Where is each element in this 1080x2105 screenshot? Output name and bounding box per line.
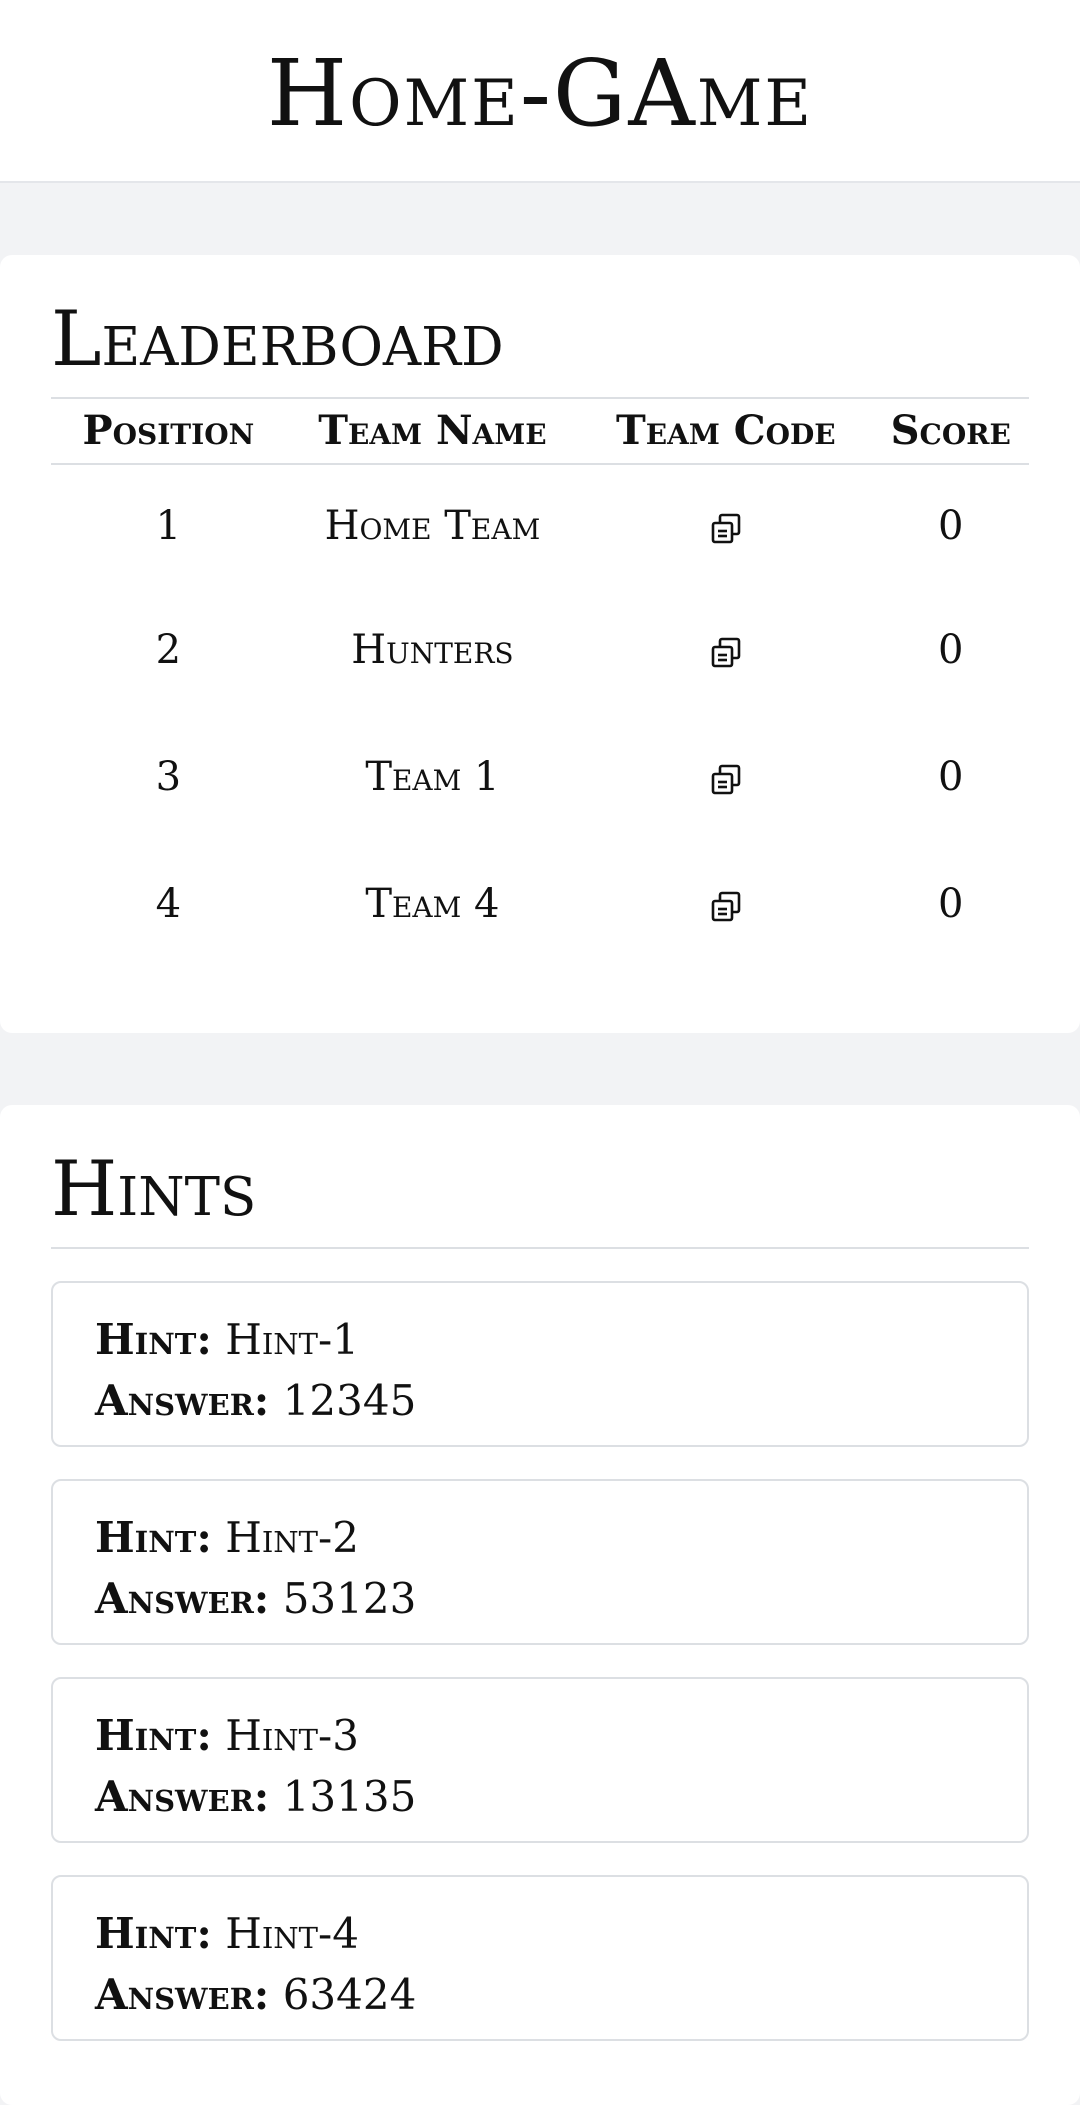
team-code-cell: [579, 841, 872, 968]
answer-value: 53123: [282, 1573, 417, 1623]
team-name-cell: Hunters: [351, 627, 514, 674]
copy-icon[interactable]: [709, 890, 743, 924]
hint-value: Hint-4: [225, 1908, 359, 1958]
hint-value: Hint-2: [225, 1512, 359, 1562]
score-cell: 0: [938, 502, 964, 549]
score-cell: 0: [938, 627, 964, 674]
hint-label: Hint:: [95, 1314, 212, 1364]
leaderboard-title: Leaderboard: [51, 297, 1029, 399]
hint-value: Hint-1: [225, 1314, 359, 1364]
app-title: Home-GAme: [266, 39, 814, 147]
copy-icon[interactable]: [709, 636, 743, 670]
hint-line: Hint: Hint-2: [95, 1507, 985, 1568]
hints-card: Hints Hint: Hint-1 Answer: 12345 Hint: H…: [0, 1105, 1080, 2105]
answer-label: Answer:: [95, 1375, 270, 1425]
hint-line: Hint: Hint-1: [95, 1309, 985, 1370]
hint-item: Hint: Hint-2 Answer: 53123: [51, 1478, 1029, 1645]
hint-line: Hint: Hint-4: [95, 1903, 985, 1964]
answer-label: Answer:: [95, 1573, 270, 1623]
table-row: 3 Team 1 0: [51, 714, 1029, 841]
position-cell: 3: [155, 754, 182, 801]
hints-list: Hint: Hint-1 Answer: 12345 Hint: Hint-2 …: [51, 1280, 1029, 2041]
answer-value: 13135: [282, 1771, 417, 1821]
column-header-score[interactable]: Score: [872, 398, 1029, 465]
answer-line: Answer: 63424: [95, 1964, 985, 2025]
team-name-cell: Home Team: [324, 502, 541, 549]
column-header-position[interactable]: Position: [51, 398, 286, 465]
leaderboard-header-row: Position Team Name Team Code Score: [51, 398, 1029, 465]
position-cell: 4: [155, 881, 182, 928]
hint-label: Hint:: [95, 1908, 212, 1958]
team-code-cell: [579, 464, 872, 587]
team-name-cell: Team 1: [365, 754, 500, 801]
leaderboard-table: Position Team Name Team Code Score 1 Hom…: [51, 398, 1029, 968]
answer-label: Answer:: [95, 1771, 270, 1821]
hint-line: Hint: Hint-3: [95, 1705, 985, 1766]
team-code-cell: [579, 714, 872, 841]
app-header: Home-GAme: [0, 0, 1080, 183]
leaderboard-card: Leaderboard Position Team Name Team Code…: [0, 255, 1080, 1033]
team-name-cell: Team 4: [365, 881, 500, 928]
position-cell: 2: [155, 627, 182, 674]
answer-line: Answer: 13135: [95, 1766, 985, 1827]
table-row: 1 Home Team 0: [51, 464, 1029, 587]
score-cell: 0: [938, 754, 964, 801]
hint-item: Hint: Hint-3 Answer: 13135: [51, 1676, 1029, 1843]
column-header-team-code[interactable]: Team Code: [579, 398, 873, 465]
hint-label: Hint:: [95, 1710, 212, 1760]
position-cell: 1: [155, 502, 182, 549]
answer-line: Answer: 12345: [95, 1370, 985, 1431]
hints-title: Hints: [51, 1147, 1029, 1249]
answer-value: 63424: [282, 1969, 417, 2019]
hint-label: Hint:: [95, 1512, 212, 1562]
answer-value: 12345: [282, 1375, 417, 1425]
team-code-cell: [579, 587, 872, 714]
copy-icon[interactable]: [709, 512, 743, 546]
answer-label: Answer:: [95, 1969, 270, 2019]
score-cell: 0: [938, 881, 964, 928]
answer-line: Answer: 53123: [95, 1568, 985, 1629]
copy-icon[interactable]: [709, 763, 743, 797]
column-header-team-name[interactable]: Team Name: [285, 398, 580, 465]
table-row: 2 Hunters 0: [51, 587, 1029, 714]
table-row: 4 Team 4 0: [51, 841, 1029, 968]
hint-item: Hint: Hint-1 Answer: 12345: [51, 1280, 1029, 1447]
hint-item: Hint: Hint-4 Answer: 63424: [51, 1874, 1029, 2041]
hint-value: Hint-3: [225, 1710, 359, 1760]
